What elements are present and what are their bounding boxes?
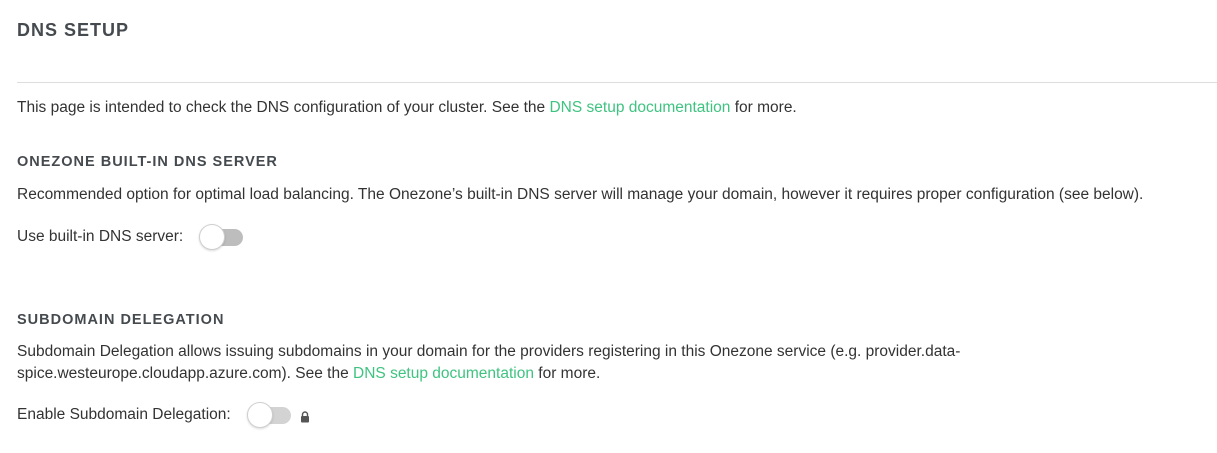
- subdomain-dns-docs-link[interactable]: DNS setup documentation: [353, 365, 534, 382]
- lock-icon: [300, 410, 310, 423]
- builtin-dns-description: Recommended option for optimal load bala…: [17, 186, 1144, 203]
- toggle-knob: [246, 402, 273, 428]
- builtin-dns-toggle-row: Use built-in DNS server:: [17, 224, 244, 250]
- intro-text-before: This page is intended to check the DNS c…: [17, 99, 550, 116]
- subdomain-delegation-description-line1: Subdomain Delegation allows issuing subd…: [17, 343, 961, 360]
- subdomain-delegation-title: SUBDOMAIN DELEGATION: [17, 312, 225, 328]
- builtin-dns-title: ONEZONE BUILT-IN DNS SERVER: [17, 154, 278, 170]
- subdomain-description-after: for more.: [533, 365, 601, 382]
- subdomain-delegation-toggle-row: Enable Subdomain Delegation:: [17, 402, 310, 428]
- subdomain-description-before: spice.westeurope.cloudapp.azure.com). Se…: [17, 365, 354, 382]
- dns-setup-page: DNS SETUP This page is intended to check…: [0, 0, 1217, 453]
- subdomain-delegation-description-line2: spice.westeurope.cloudapp.azure.com). Se…: [17, 363, 600, 385]
- dns-docs-link[interactable]: DNS setup documentation: [549, 99, 730, 116]
- divider: [17, 82, 1217, 83]
- intro-text-after: for more.: [730, 99, 797, 116]
- toggle-knob: [199, 224, 226, 250]
- subdomain-delegation-toggle-label: Enable Subdomain Delegation:: [17, 406, 231, 423]
- intro-text: This page is intended to check the DNS c…: [17, 97, 797, 119]
- builtin-dns-toggle-label: Use built-in DNS server:: [17, 228, 184, 245]
- subdomain-delegation-toggle[interactable]: [246, 402, 291, 428]
- page-title: DNS SETUP: [17, 20, 130, 40]
- builtin-dns-toggle[interactable]: [199, 224, 244, 250]
